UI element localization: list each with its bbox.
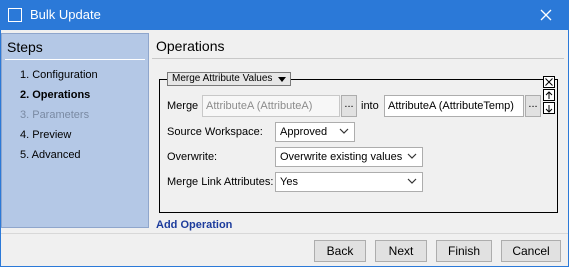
- step-configuration[interactable]: 1. Configuration: [20, 69, 98, 81]
- close-icon: [545, 78, 553, 86]
- app-icon: [8, 8, 22, 22]
- chevron-down-icon: [339, 128, 349, 134]
- page-title: Operations: [156, 38, 225, 54]
- move-up-button[interactable]: [543, 89, 555, 101]
- steps-header: Steps: [7, 39, 43, 55]
- target-attribute-browse-button[interactable]: ...: [525, 95, 541, 117]
- operation-box: Merge Attribute Values Merge AttributeA …: [159, 72, 558, 213]
- title-bar: Bulk Update: [0, 0, 569, 30]
- overwrite-value: Overwrite existing values: [280, 151, 403, 163]
- operations-panel: Operations Merge Attribute Values Merge …: [152, 33, 567, 233]
- arrow-down-icon: [545, 104, 553, 113]
- step-preview[interactable]: 4. Preview: [20, 129, 71, 141]
- chevron-down-icon: [407, 153, 417, 159]
- dropdown-arrow-icon: [278, 77, 287, 82]
- next-button[interactable]: Next: [375, 240, 427, 262]
- cancel-button-label: Cancel: [512, 244, 550, 258]
- source-workspace-select[interactable]: Approved: [275, 122, 355, 142]
- next-button-label: Next: [388, 244, 414, 258]
- source-workspace-value: Approved: [280, 126, 328, 138]
- cancel-button[interactable]: Cancel: [501, 240, 561, 262]
- merge-label: Merge: [167, 100, 199, 112]
- finish-button[interactable]: Finish: [436, 240, 492, 262]
- title-divider: [152, 58, 564, 59]
- window-title: Bulk Update: [30, 7, 101, 22]
- steps-panel: Steps 1. Configuration 2. Operations 3. …: [1, 33, 149, 228]
- step-advanced[interactable]: 5. Advanced: [20, 149, 81, 161]
- back-button-label: Back: [326, 244, 354, 258]
- steps-divider: [5, 59, 145, 60]
- operation-type-dropdown[interactable]: Merge Attribute Values: [167, 72, 292, 86]
- into-label: into: [361, 100, 379, 112]
- operation-controls: [543, 76, 556, 115]
- merge-link-attributes-select[interactable]: Yes: [275, 172, 423, 192]
- overwrite-label: Overwrite:: [167, 151, 218, 163]
- remove-operation-button[interactable]: [543, 76, 555, 88]
- operation-type-label: Merge Attribute Values: [172, 73, 273, 84]
- step-parameters: 3. Parameters: [20, 109, 90, 121]
- close-button[interactable]: [523, 0, 569, 30]
- step-operations[interactable]: 2. Operations: [20, 89, 90, 101]
- target-attribute-field[interactable]: AttributeA (AttributeTemp): [384, 95, 524, 117]
- add-operation-link[interactable]: Add Operation: [156, 219, 232, 231]
- merge-link-attributes-value: Yes: [280, 176, 298, 188]
- back-button[interactable]: Back: [314, 240, 366, 262]
- source-workspace-label: Source Workspace:: [167, 126, 263, 138]
- merge-link-attributes-label: Merge Link Attributes:: [167, 176, 274, 188]
- source-attribute-browse-button[interactable]: ...: [341, 95, 357, 117]
- arrow-up-icon: [545, 90, 553, 99]
- chevron-down-icon: [407, 178, 417, 184]
- close-icon: [540, 9, 552, 21]
- finish-button-label: Finish: [447, 244, 480, 258]
- overwrite-select[interactable]: Overwrite existing values: [275, 147, 423, 167]
- footer-divider: [1, 233, 568, 234]
- move-down-button[interactable]: [543, 102, 555, 114]
- source-attribute-field: AttributeA (AttributeA): [202, 95, 340, 117]
